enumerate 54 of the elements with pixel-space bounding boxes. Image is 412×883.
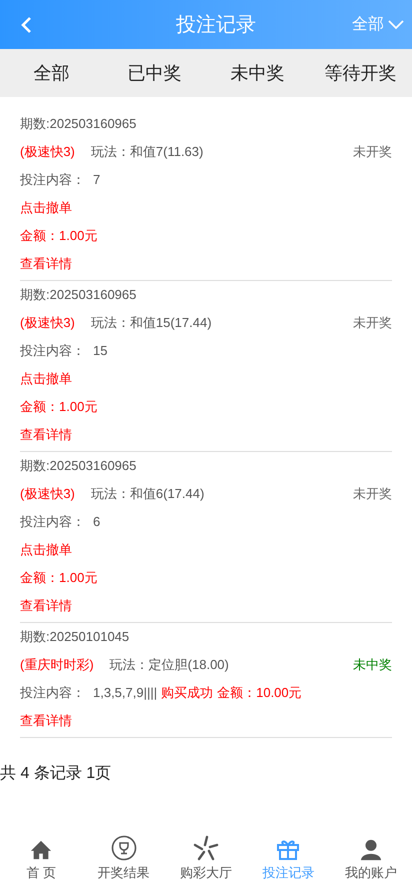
bet-amount: 金额：1.00元 (20, 569, 98, 588)
purchase-result: 购买成功 (161, 684, 214, 702)
filter-tab[interactable]: 全部 (0, 60, 103, 86)
bet-amount: 金额：1.00元 (20, 227, 98, 246)
filter-dropdown[interactable]: 全部 (352, 12, 404, 36)
page-title: 投注记录 (175, 12, 257, 38)
filter-tab[interactable]: 未中奖 (206, 60, 309, 86)
bet-content: 6 (93, 513, 100, 532)
play-type: 玩法：定位胆(18.00) (110, 656, 229, 674)
play-type: 玩法：和值15(17.44) (90, 314, 212, 332)
cancel-link[interactable]: 点击撤单 (20, 198, 72, 218)
cancel-link[interactable]: 点击撤单 (20, 540, 72, 560)
bet-amount: 金额：1.00元 (20, 398, 98, 416)
nav-tab[interactable]: 首 页 (0, 838, 82, 882)
lottery-name: (重庆时时彩) (20, 656, 94, 674)
filter-tab[interactable]: 等待开奖 (309, 60, 412, 86)
content-label: 投注内容： (20, 171, 85, 190)
nav-tab[interactable]: 我的账户 (330, 838, 412, 882)
play-type: 玩法：和值7(11.63) (90, 143, 204, 162)
details-link[interactable]: 查看详情 (20, 596, 72, 616)
cancel-link[interactable]: 点击撤单 (20, 369, 72, 389)
lottery-name: (极速快3) (20, 143, 75, 162)
record-summary: 共 4 条记录 1页 (0, 765, 112, 782)
bet-content: 15 (93, 342, 108, 360)
filter-tab[interactable]: 已中奖 (103, 60, 206, 86)
back-icon (20, 16, 32, 34)
issue-number: 期数:202503160965 (20, 115, 136, 134)
content-label: 投注内容： (20, 684, 85, 702)
bet-content: 1,3,5,7,9|||| (93, 684, 158, 702)
star-burst-icon (192, 834, 219, 860)
nav-tab[interactable]: 开奖结果 (82, 834, 165, 882)
bet-status: 未开奖 (353, 314, 392, 332)
details-link[interactable]: 查看详情 (20, 711, 72, 731)
issue-number: 期数:202503160965 (20, 457, 136, 476)
nav-tab[interactable]: 投注记录 (247, 836, 330, 882)
bet-content: 7 (93, 171, 100, 190)
home-icon (30, 838, 52, 860)
issue-number: 期数:202503160965 (20, 286, 136, 304)
user-icon (360, 838, 382, 860)
trophy-icon (110, 834, 137, 860)
issue-number: 期数:20250101045 (20, 628, 130, 646)
lottery-name: (极速快3) (20, 485, 75, 504)
details-link[interactable]: 查看详情 (20, 254, 72, 274)
bet-status: 未中奖 (353, 656, 392, 674)
content-label: 投注内容： (20, 513, 85, 532)
bet-status: 未开奖 (353, 485, 392, 504)
nav-tab[interactable]: 购彩大厅 (164, 834, 248, 882)
chevron-down-icon (388, 20, 404, 30)
bet-status: 未开奖 (353, 143, 392, 162)
play-type: 玩法：和值6(17.44) (90, 485, 204, 504)
bet-amount: 金额：10.00元 (217, 684, 302, 702)
lottery-name: (极速快3) (20, 314, 75, 332)
content-label: 投注内容： (20, 342, 85, 360)
details-link[interactable]: 查看详情 (20, 425, 72, 445)
